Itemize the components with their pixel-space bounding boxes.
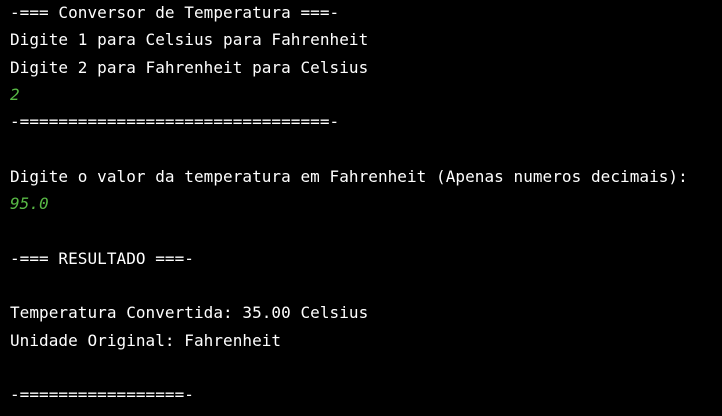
original-unit-line: Unidade Original: Fahrenheit <box>10 330 282 350</box>
temperature-prompt-line: Digite o valor da temperatura em Fahrenh… <box>10 166 688 186</box>
result-footer-line: -=================- <box>10 385 194 405</box>
separator-line: -================================- <box>10 112 340 132</box>
menu-option-1-line: Digite 1 para Celsius para Fahrenheit <box>10 30 369 50</box>
user-temperature-input: 95.0 <box>10 194 49 214</box>
console-output[interactable]: -=== Conversor de Temperatura ===- Digit… <box>0 0 722 416</box>
user-option-input: 2 <box>10 84 20 104</box>
result-header-line: -=== RESULTADO ===- <box>10 248 194 268</box>
converted-temperature-line: Temperatura Convertida: 35.00 Celsius <box>10 303 369 323</box>
program-title-line: -=== Conversor de Temperatura ===- <box>10 3 340 22</box>
menu-option-2-line: Digite 2 para Fahrenheit para Celsius <box>10 57 369 77</box>
